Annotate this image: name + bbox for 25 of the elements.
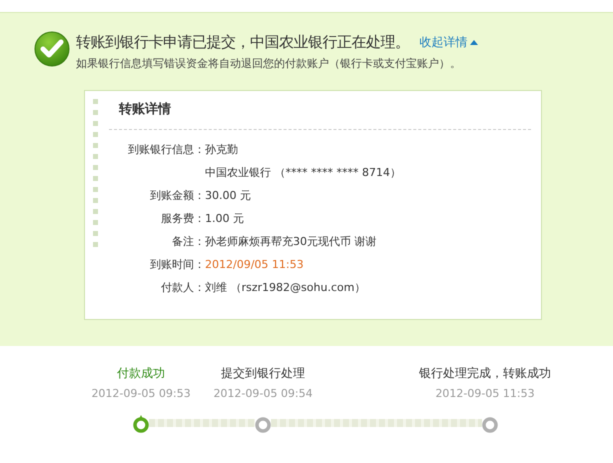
success-check-icon bbox=[34, 31, 70, 67]
notice-title: 转账到银行卡申请已提交，中国农业银行正在处理。 bbox=[76, 32, 410, 53]
field-label: 服务费： bbox=[161, 212, 205, 224]
step-label: 银行处理完成，转账成功 bbox=[419, 365, 551, 382]
field-label: 到账金额： bbox=[150, 188, 205, 202]
field-value: 刘维 （rszr1982@sohu.com） bbox=[205, 280, 366, 296]
field-label: 付款人： bbox=[161, 280, 205, 294]
field-value: 2012/09/05 11:53 bbox=[205, 256, 304, 272]
field-value: 1.00 元 bbox=[205, 210, 244, 226]
field-value: 孙克勤 bbox=[205, 142, 238, 158]
collapse-details-link[interactable]: 收起详情 bbox=[420, 33, 478, 52]
field-label: 到账时间： bbox=[150, 258, 205, 270]
step-time: 2012-09-05 09:53 bbox=[91, 386, 191, 402]
field-label: 到账银行信息： bbox=[128, 142, 205, 156]
details-title: 转账详情 bbox=[119, 100, 172, 119]
step-label: 付款成功 bbox=[117, 365, 165, 382]
field-value: 孙老师麻烦再帮充30元现代币 谢谢 bbox=[205, 234, 376, 250]
caret-icon bbox=[470, 39, 478, 46]
field-value: 中国农业银行 （**** **** **** 8714） bbox=[205, 164, 401, 180]
step-label: 提交到银行处理 bbox=[221, 365, 305, 382]
field-label: 备注： bbox=[172, 234, 205, 248]
notice-subtitle: 如果银行信息填写错误资金将自动退回您的付款账户（银行卡或支付宝账户）。 bbox=[76, 56, 462, 72]
step-time: 2012-09-05 09:54 bbox=[213, 386, 313, 402]
step-time: 2012-09-05 11:53 bbox=[435, 386, 535, 402]
field-value: 30.00 元 bbox=[205, 188, 251, 204]
